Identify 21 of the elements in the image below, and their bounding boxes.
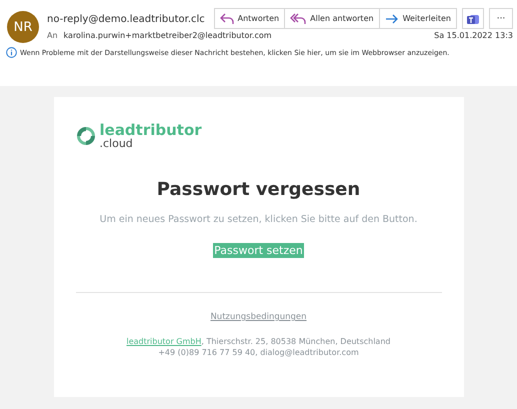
logo-name: leadtributor [100, 123, 202, 138]
message-text: Um ein neues Passwort zu setzen, klicken Sie bitte auf den Button. [98, 214, 418, 225]
reply-all-icon [290, 12, 306, 24]
reply-all-button[interactable]: Allen antworten [284, 8, 380, 29]
reply-button[interactable]: Antworten [214, 8, 286, 29]
forward-icon [384, 12, 399, 24]
message-title: Passwort vergessen [156, 179, 362, 200]
reply-icon [220, 12, 234, 24]
more-button[interactable]: ··· [489, 8, 513, 29]
date-time: Sa 15.01.2022 13:3 [434, 31, 513, 40]
sender-address: no-reply@demo.leadtributor.clc [47, 14, 205, 25]
to-label: An [47, 31, 58, 40]
info-icon [6, 47, 17, 58]
logo-suffix: .cloud [100, 138, 134, 149]
footer-address: leadtributor GmbH, Thierschstr. 25, 80538 München, Deutschland [126, 337, 392, 346]
recipient-address: karolina.purwin+marktbetreiber2@leadtributor.com [64, 31, 273, 40]
footer-contact: +49 (0)89 716 77 59 40, dialog@leadtributor.com [157, 348, 360, 357]
teams-button[interactable] [462, 8, 484, 29]
forward-button[interactable]: Weiterleiten [378, 8, 457, 29]
logo-icon [76, 126, 96, 146]
avatar: NR [7, 11, 39, 43]
